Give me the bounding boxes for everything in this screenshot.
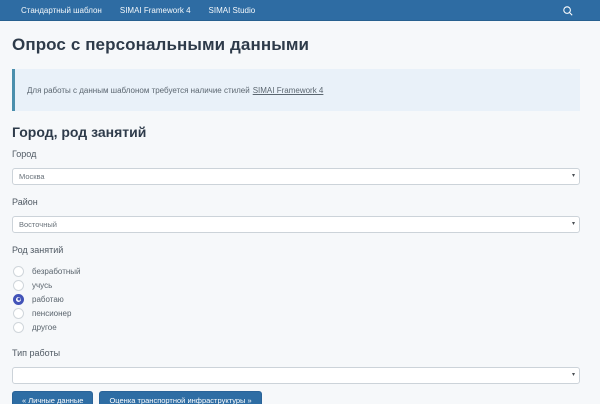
radio-option-studying[interactable]: учусь [12, 278, 580, 292]
city-select[interactable]: Москва [12, 168, 580, 185]
radio-option-label: пенсионер [32, 309, 71, 318]
alert-text: Для работы с данным шаблоном требуется н… [27, 86, 250, 95]
nav-item-simai-studio[interactable]: SIMAI Studio [200, 0, 265, 21]
radio-option-working[interactable]: работаю [12, 292, 580, 306]
radio-option-label: другое [32, 323, 57, 332]
radio-option-label: безработный [32, 267, 81, 276]
work-type-select-wrap: ▾ [12, 365, 580, 384]
occupation-radio-group: безработный учусь работаю пенсионер друг… [12, 264, 580, 334]
next-step-button[interactable]: Оценка транспортной инфраструктуры » [99, 391, 261, 404]
district-select[interactable]: Восточный [12, 216, 580, 233]
radio-option-pensioner[interactable]: пенсионер [12, 306, 580, 320]
search-button[interactable] [561, 4, 574, 17]
top-navbar: Стандартный шаблон SIMAI Framework 4 SIM… [0, 0, 600, 21]
nav-item-simai-framework[interactable]: SIMAI Framework 4 [111, 0, 200, 21]
work-type-label: Тип работы [12, 348, 580, 359]
alert-framework-link[interactable]: SIMAI Framework 4 [253, 86, 324, 95]
section-title: Город, род занятий [12, 124, 580, 141]
page-title: Опрос с персональными данными [12, 34, 580, 56]
radio-icon [13, 308, 24, 319]
radio-option-label: работаю [32, 295, 64, 304]
work-type-select[interactable] [12, 367, 580, 384]
radio-icon [13, 322, 24, 333]
radio-option-unemployed[interactable]: безработный [12, 264, 580, 278]
radio-option-other[interactable]: другое [12, 320, 580, 334]
prev-step-button[interactable]: « Личные данные [12, 391, 93, 404]
city-label: Город [12, 149, 580, 160]
page-content: Опрос с персональными данными Для работы… [0, 34, 600, 404]
nav-item-standard-template[interactable]: Стандартный шаблон [12, 0, 111, 21]
radio-option-label: учусь [32, 281, 52, 290]
district-label: Район [12, 197, 580, 208]
city-select-wrap: Москва ▾ [12, 166, 580, 185]
radio-icon [13, 294, 24, 305]
occupation-label: Род занятий [12, 245, 580, 256]
form-navigation: « Личные данные Оценка транспортной инфр… [12, 391, 580, 404]
info-alert: Для работы с данным шаблоном требуется н… [12, 69, 580, 111]
district-select-wrap: Восточный ▾ [12, 214, 580, 233]
radio-icon [13, 280, 24, 291]
search-icon [562, 5, 574, 17]
radio-icon [13, 266, 24, 277]
